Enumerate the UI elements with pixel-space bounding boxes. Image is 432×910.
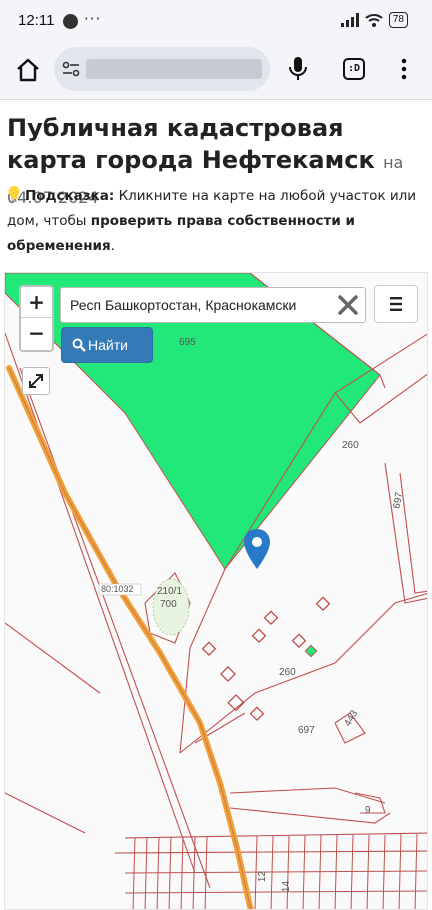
zoom-in-button[interactable]: +	[21, 287, 52, 318]
bottom-parcels	[124, 833, 427, 909]
wifi-icon	[365, 14, 383, 27]
label-14: 14	[281, 880, 293, 893]
status-time: 12:11	[18, 12, 55, 29]
more-notifications-icon: ···	[84, 10, 102, 28]
url-redacted	[86, 59, 262, 79]
label-697-mid: 697	[298, 725, 315, 736]
microphone-icon[interactable]	[288, 56, 308, 82]
search-icon	[72, 338, 86, 352]
small-green-parcel	[304, 644, 318, 658]
hint-text: Подсказка: Кликните на карте на любой уч…	[7, 184, 427, 259]
find-button[interactable]: Найти	[61, 327, 153, 363]
label-road: 80:1032	[101, 584, 134, 594]
zoom-control: + −	[19, 285, 54, 352]
menu-dots-icon[interactable]	[396, 56, 412, 82]
clear-icon[interactable]	[335, 292, 361, 318]
hint-label: Подсказка:	[25, 188, 115, 204]
site-settings-icon[interactable]	[62, 60, 80, 78]
notification-icon	[63, 14, 78, 29]
location-marker-icon[interactable]	[243, 528, 271, 570]
label-260-top: 260	[342, 440, 359, 451]
browser-toolbar: :D	[0, 44, 432, 100]
tabs-button[interactable]: :D	[343, 58, 365, 80]
label-260-mid: 260	[279, 667, 296, 678]
lightbulb-icon	[8, 186, 20, 202]
title-text: Публичная кадастровая карта города Нефте…	[7, 114, 375, 174]
label-210-1: 210/1	[157, 586, 183, 597]
label-12: 12	[257, 870, 269, 883]
label-700: 700	[160, 599, 177, 610]
fullscreen-button[interactable]	[22, 367, 50, 395]
signal-icon	[340, 13, 359, 27]
expand-icon	[29, 374, 43, 388]
toolbar-divider	[0, 99, 432, 100]
battery-icon: 78	[388, 12, 408, 28]
layers-menu-button[interactable]	[374, 285, 418, 323]
hint-end: .	[110, 238, 115, 254]
house-outlines	[201, 596, 331, 721]
cadastral-map[interactable]: 695 260 697 80:1032 210/1 700 260 697 44…	[4, 272, 428, 910]
address-search-input[interactable]: Респ Башкортостан, Краснокамски	[60, 287, 366, 323]
status-bar: 12:11 ··· 78	[0, 0, 432, 44]
zoom-out-button[interactable]: −	[21, 318, 52, 349]
search-value: Респ Башкортостан, Краснокамски	[70, 297, 297, 313]
address-bar[interactable]	[54, 47, 270, 91]
hamburger-icon	[390, 297, 402, 311]
label-695: 695	[179, 337, 196, 348]
find-label: Найти	[88, 337, 128, 353]
label-9: 9	[365, 805, 371, 816]
home-icon[interactable]	[14, 56, 42, 84]
status-icons: 78	[340, 12, 408, 28]
